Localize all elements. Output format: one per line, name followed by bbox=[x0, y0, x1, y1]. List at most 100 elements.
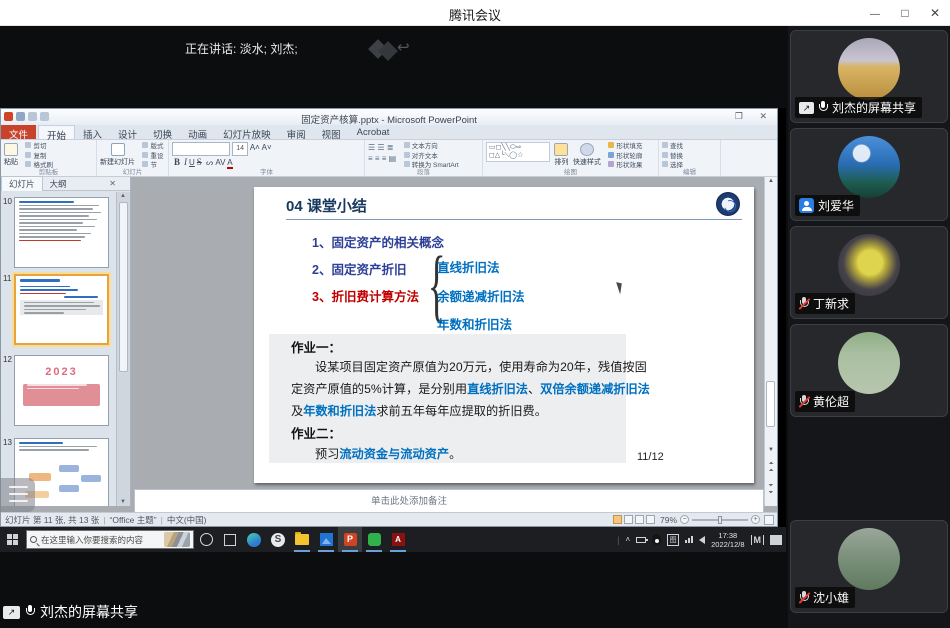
tray-clock[interactable]: 17:38 2022/12/8 bbox=[711, 531, 744, 549]
photos-button[interactable] bbox=[314, 527, 338, 552]
normal-view-icon[interactable] bbox=[613, 515, 622, 524]
acrobat-button[interactable]: A bbox=[386, 527, 410, 552]
homework1-label: 作业一： bbox=[291, 337, 341, 356]
close-icon[interactable] bbox=[920, 0, 950, 26]
shape-outline-button[interactable]: 形状轮廓 bbox=[608, 152, 642, 162]
slide-canvas[interactable]: 04 课堂小结 1、固定资产的相关概念 2、固定资产折旧 3、折旧费计算方法 {… bbox=[254, 187, 754, 483]
shrink-font-icon[interactable]: A˅ bbox=[260, 143, 272, 152]
paste-button[interactable]: 粘贴 bbox=[4, 142, 18, 167]
slide-thumbnail-11-selected[interactable] bbox=[14, 274, 109, 345]
text-direction-button[interactable]: 文本方向 bbox=[404, 142, 459, 152]
ime-picture-icon[interactable]: 图 bbox=[667, 534, 679, 546]
cortana-button[interactable] bbox=[194, 527, 218, 552]
previous-slide-icon[interactable]: ⏶⏶ bbox=[765, 461, 777, 475]
bullets-numbering-icons[interactable]: ☰ ☰ ≣ bbox=[368, 142, 396, 153]
ppt-close-icon[interactable]: ✕ bbox=[759, 111, 767, 122]
battery-icon[interactable] bbox=[636, 537, 646, 543]
font-name-dropdown[interactable] bbox=[172, 142, 230, 156]
grow-font-icon[interactable]: A˄ bbox=[250, 143, 260, 152]
slides-panel-tab-outline[interactable]: 大纲 bbox=[43, 177, 74, 191]
task-view-button[interactable] bbox=[218, 527, 242, 552]
screen-share-icon bbox=[3, 606, 20, 619]
shapes-gallery[interactable]: ▭◻╲╲⬭⇨◻△╰⟍◯☆ bbox=[486, 142, 550, 162]
save-icon[interactable] bbox=[16, 112, 25, 121]
quick-access-toolbar[interactable] bbox=[4, 112, 49, 121]
cut-button[interactable]: 剪切 bbox=[25, 142, 53, 152]
notes-pane[interactable]: 单击此处添加备注 bbox=[134, 489, 764, 514]
new-slide-button[interactable]: 新建幻灯片 bbox=[100, 142, 135, 167]
slide-thumbnail-12[interactable]: 2023 bbox=[14, 355, 109, 426]
copy-button[interactable]: 复制 bbox=[25, 152, 53, 162]
maximize-icon[interactable] bbox=[890, 0, 920, 26]
zoom-in-icon[interactable]: + bbox=[751, 515, 760, 524]
reading-view-icon[interactable] bbox=[635, 515, 644, 524]
powerpoint-taskbar-button[interactable]: P bbox=[338, 527, 362, 552]
participant-tile[interactable]: 黄伦超 bbox=[790, 324, 948, 417]
tab-view[interactable]: 视图 bbox=[314, 125, 349, 139]
layout-button[interactable]: 版式 bbox=[142, 142, 163, 152]
taskbar-search[interactable]: 在这里输入你要搜索的内容 bbox=[26, 530, 194, 549]
participant-tile[interactable]: 沈小雄 bbox=[790, 520, 948, 613]
minimize-icon[interactable] bbox=[860, 0, 890, 26]
tab-review[interactable]: 审阅 bbox=[279, 125, 314, 139]
slides-panel-scrollbar[interactable]: ▲ ▼ bbox=[116, 192, 130, 506]
zoom-out-icon[interactable]: − bbox=[680, 515, 689, 524]
find-button[interactable]: 查找 bbox=[662, 142, 683, 152]
mic-muted-icon bbox=[799, 297, 809, 311]
participant-tile[interactable]: 刘杰的屏幕共享 bbox=[790, 30, 948, 123]
tab-design[interactable]: 设计 bbox=[110, 125, 145, 139]
slides-panel-tab-slides[interactable]: 幻灯片 bbox=[1, 176, 43, 191]
slide-scrollbar[interactable]: ▲ ▼ ⏶⏶ ⏷⏷ bbox=[764, 177, 777, 506]
slide-sorter-icon[interactable] bbox=[624, 515, 633, 524]
font-size-dropdown[interactable]: 14 bbox=[232, 142, 248, 156]
search-highlight-image[interactable] bbox=[164, 532, 190, 547]
sogou-browser-button[interactable]: S bbox=[266, 527, 290, 552]
action-center-icon[interactable] bbox=[770, 535, 782, 545]
scroll-down-icon[interactable]: ▼ bbox=[765, 447, 777, 453]
qq-icon[interactable] bbox=[652, 534, 661, 545]
fit-to-window-icon[interactable] bbox=[764, 515, 774, 525]
search-icon bbox=[30, 536, 37, 543]
tray-expand-icon[interactable]: ˄ bbox=[625, 535, 630, 544]
redo-icon[interactable] bbox=[40, 112, 49, 121]
scroll-up-icon[interactable]: ▲ bbox=[765, 178, 777, 184]
tab-slideshow[interactable]: 幻灯片放映 bbox=[215, 125, 279, 139]
start-button[interactable] bbox=[0, 527, 26, 552]
tab-acrobat[interactable]: Acrobat bbox=[349, 125, 398, 139]
scroll-down-icon[interactable]: ▼ bbox=[120, 499, 126, 505]
align-icons[interactable]: ≡ ≡ ≡ ▤ bbox=[368, 153, 396, 164]
file-explorer-button[interactable] bbox=[290, 527, 314, 552]
replace-button[interactable]: 替换 bbox=[662, 152, 683, 162]
arrange-button[interactable]: 排列 bbox=[554, 142, 568, 167]
network-icon[interactable] bbox=[685, 536, 693, 543]
slideshow-icon[interactable] bbox=[646, 515, 655, 524]
zoom-slider[interactable] bbox=[692, 519, 748, 521]
zoom-level[interactable]: 79% bbox=[660, 515, 677, 525]
status-language[interactable]: 中文(中国) bbox=[167, 514, 207, 526]
ppt-titlebar[interactable]: 固定资产核算.pptx - Microsoft PowerPoint ❐ ✕ bbox=[1, 109, 777, 125]
tab-insert[interactable]: 插入 bbox=[75, 125, 110, 139]
scroll-up-icon[interactable]: ▲ bbox=[120, 193, 126, 199]
green-app-button[interactable] bbox=[362, 527, 386, 552]
slides-panel-close-icon[interactable]: ✕ bbox=[109, 179, 116, 188]
input-method-icon[interactable]: M bbox=[751, 535, 765, 545]
quick-styles-button[interactable]: 快速样式 bbox=[573, 142, 601, 167]
reset-button[interactable]: 重设 bbox=[142, 152, 163, 162]
next-slide-icon[interactable]: ⏷⏷ bbox=[765, 483, 777, 497]
edge-button[interactable] bbox=[242, 527, 266, 552]
undo-icon[interactable] bbox=[28, 112, 37, 121]
align-text-button[interactable]: 对齐文本 bbox=[404, 152, 459, 162]
group-label-clipboard: 剪贴板 bbox=[1, 166, 96, 176]
shape-fill-button[interactable]: 形状填充 bbox=[608, 142, 642, 152]
slide-thumbnail-10[interactable] bbox=[14, 197, 109, 268]
tab-transitions[interactable]: 切换 bbox=[145, 125, 180, 139]
thumb12-title: 2023 bbox=[15, 366, 108, 378]
tab-animations[interactable]: 动画 bbox=[180, 125, 215, 139]
participant-tile[interactable]: 丁新求 bbox=[790, 226, 948, 319]
meeting-panel-toggle[interactable] bbox=[0, 478, 35, 512]
volume-icon[interactable] bbox=[699, 536, 705, 544]
tab-home[interactable]: 开始 bbox=[38, 125, 75, 139]
ppt-restore-icon[interactable]: ❐ bbox=[735, 111, 743, 122]
tab-file[interactable]: 文件 bbox=[1, 125, 36, 139]
participant-tile[interactable]: 刘爱华 bbox=[790, 128, 948, 221]
